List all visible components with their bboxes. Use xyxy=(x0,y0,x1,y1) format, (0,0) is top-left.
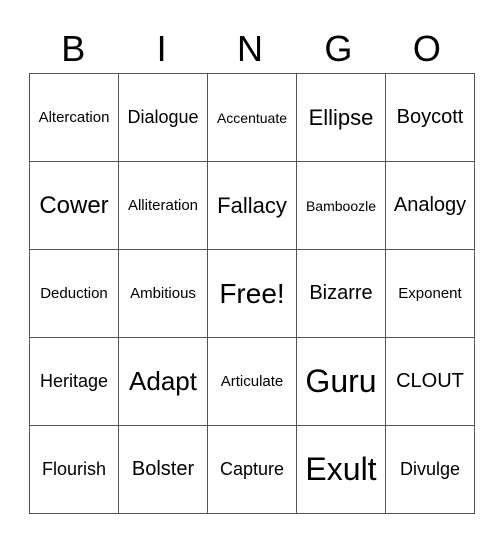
bingo-cell[interactable]: Articulate xyxy=(207,337,297,426)
grid-row: Deduction Ambitious Free! Bizarre Exponent xyxy=(29,249,475,338)
bingo-cell[interactable]: Flourish xyxy=(29,425,119,514)
header-letter: G xyxy=(324,28,353,69)
bingo-cell[interactable]: CLOUT xyxy=(385,337,475,426)
grid-row: Altercation Dialogue Accentuate Ellipse Boyc… xyxy=(29,73,475,162)
bingo-cell[interactable]: Analogy xyxy=(385,161,475,250)
grid-row: Flourish Bolster Capture Exult Divulge xyxy=(29,425,475,514)
bingo-cell[interactable]: Bolster xyxy=(118,425,208,514)
bingo-cell[interactable]: Ambitious xyxy=(118,249,208,338)
bingo-cell[interactable]: Bamboozle xyxy=(296,161,386,250)
header-letter: I xyxy=(156,28,167,69)
bingo-cell[interactable]: Deduction xyxy=(29,249,119,338)
bingo-cell[interactable]: Exponent xyxy=(385,249,475,338)
grid-row: Heritage Adapt Articulate Guru CLOUT xyxy=(29,337,475,426)
bingo-cell[interactable]: Altercation xyxy=(29,73,119,162)
header-letter: O xyxy=(412,28,441,69)
bingo-cell[interactable]: Divulge xyxy=(385,425,475,514)
bingo-cell[interactable]: Alliteration xyxy=(118,161,208,250)
bingo-cell[interactable]: Ellipse xyxy=(296,73,386,162)
bingo-cell[interactable]: Free! xyxy=(207,249,297,338)
bingo-cell[interactable]: Heritage xyxy=(29,337,119,426)
bingo-cell[interactable]: Fallacy xyxy=(207,161,297,250)
bingo-cell[interactable]: Boycott xyxy=(385,73,475,162)
bingo-cell[interactable]: Accentuate xyxy=(207,73,297,162)
bingo-cell[interactable]: Guru xyxy=(296,337,386,426)
bingo-cell[interactable]: Adapt xyxy=(118,337,208,426)
header-letter: N xyxy=(237,28,264,69)
bingo-cell[interactable]: Capture xyxy=(207,425,297,514)
header-letter: B xyxy=(61,28,86,69)
bingo-header: B I N G O xyxy=(29,26,471,72)
bingo-cell[interactable]: Exult xyxy=(296,425,386,514)
bingo-cell[interactable]: Cower xyxy=(29,161,119,250)
bingo-grid: Altercation Dialogue Accentuate Ellipse Boyc… xyxy=(29,73,475,514)
bingo-cell[interactable]: Bizarre xyxy=(296,249,386,338)
bingo-cell[interactable]: Dialogue xyxy=(118,73,208,162)
grid-row: Cower Alliteration Fallacy Bamboozle Analogy xyxy=(29,161,475,250)
